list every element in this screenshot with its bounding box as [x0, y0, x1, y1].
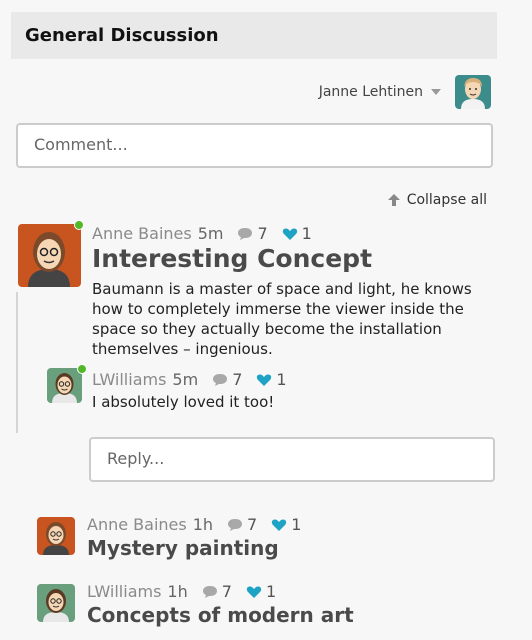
thread-line	[16, 292, 18, 433]
comment-count[interactable]: 7	[202, 582, 232, 601]
author-avatar[interactable]	[18, 224, 81, 287]
like-count-value: 1	[301, 224, 312, 243]
post-author[interactable]: Anne Baines	[92, 224, 192, 243]
heart-icon	[282, 228, 297, 240]
like-count[interactable]: 1	[271, 515, 301, 534]
heart-icon	[246, 586, 262, 598]
arrow-up-icon	[387, 194, 400, 206]
comment-count[interactable]: 7	[237, 224, 268, 243]
reply-time: 5m	[172, 370, 199, 389]
comment-count[interactable]: 7	[212, 370, 242, 389]
speech-bubble-icon	[238, 227, 253, 240]
like-count-value: 1	[291, 515, 302, 534]
post-title[interactable]: Concepts of modern art	[87, 603, 354, 627]
comment-count-value: 7	[247, 515, 258, 534]
speech-bubble-icon	[213, 373, 228, 386]
page-title: General Discussion	[25, 25, 219, 46]
user-name[interactable]: Janne Lehtinen	[319, 84, 423, 100]
like-count[interactable]: 1	[282, 224, 312, 243]
post-body: Baumann is a master of space and light, …	[92, 280, 472, 358]
reply-input[interactable]: Reply...	[89, 437, 495, 482]
discussion-header: General Discussion	[11, 12, 497, 59]
like-count[interactable]: 1	[256, 370, 287, 389]
speech-bubble-icon	[228, 518, 243, 531]
post-title[interactable]: Mystery painting	[87, 536, 279, 560]
reply-meta: LWilliams 5m 7 1	[92, 370, 287, 389]
comment-count[interactable]: 7	[227, 515, 257, 534]
author-avatar[interactable]	[37, 584, 75, 622]
post-meta: Anne Baines 1h 7 1	[87, 515, 301, 534]
speech-bubble-icon	[202, 585, 217, 598]
post-meta: Anne Baines 5m 7 1	[92, 224, 312, 243]
reply-author-avatar[interactable]	[47, 368, 82, 403]
post-time: 1h	[167, 582, 188, 601]
like-count-value: 1	[276, 370, 287, 389]
online-indicator	[77, 364, 87, 374]
collapse-all-label: Collapse all	[406, 192, 487, 208]
post-meta: LWilliams 1h 7 1	[87, 582, 276, 601]
user-menu[interactable]: Janne Lehtinen	[319, 74, 491, 110]
chevron-down-icon[interactable]	[431, 89, 441, 95]
post-time: 5m	[197, 224, 224, 243]
post-time: 1h	[192, 515, 214, 534]
reply-body: I absolutely loved it too!	[92, 393, 275, 411]
comment-count-value: 7	[232, 370, 243, 389]
comment-count-value: 7	[221, 582, 232, 601]
comment-input[interactable]: Comment...	[16, 123, 493, 168]
post-author[interactable]: Anne Baines	[87, 515, 187, 534]
online-indicator	[74, 220, 84, 230]
like-count-value: 1	[265, 582, 277, 601]
reply-author[interactable]: LWilliams	[92, 370, 166, 389]
heart-icon	[272, 519, 287, 531]
comment-count-value: 7	[257, 224, 268, 243]
post-title[interactable]: Interesting Concept	[92, 244, 372, 273]
like-count[interactable]: 1	[246, 582, 276, 601]
author-avatar[interactable]	[37, 517, 75, 555]
heart-icon	[257, 374, 272, 386]
post-author[interactable]: LWilliams	[87, 582, 161, 601]
user-avatar[interactable]	[455, 75, 491, 109]
collapse-all-button[interactable]: Collapse all	[387, 192, 487, 208]
